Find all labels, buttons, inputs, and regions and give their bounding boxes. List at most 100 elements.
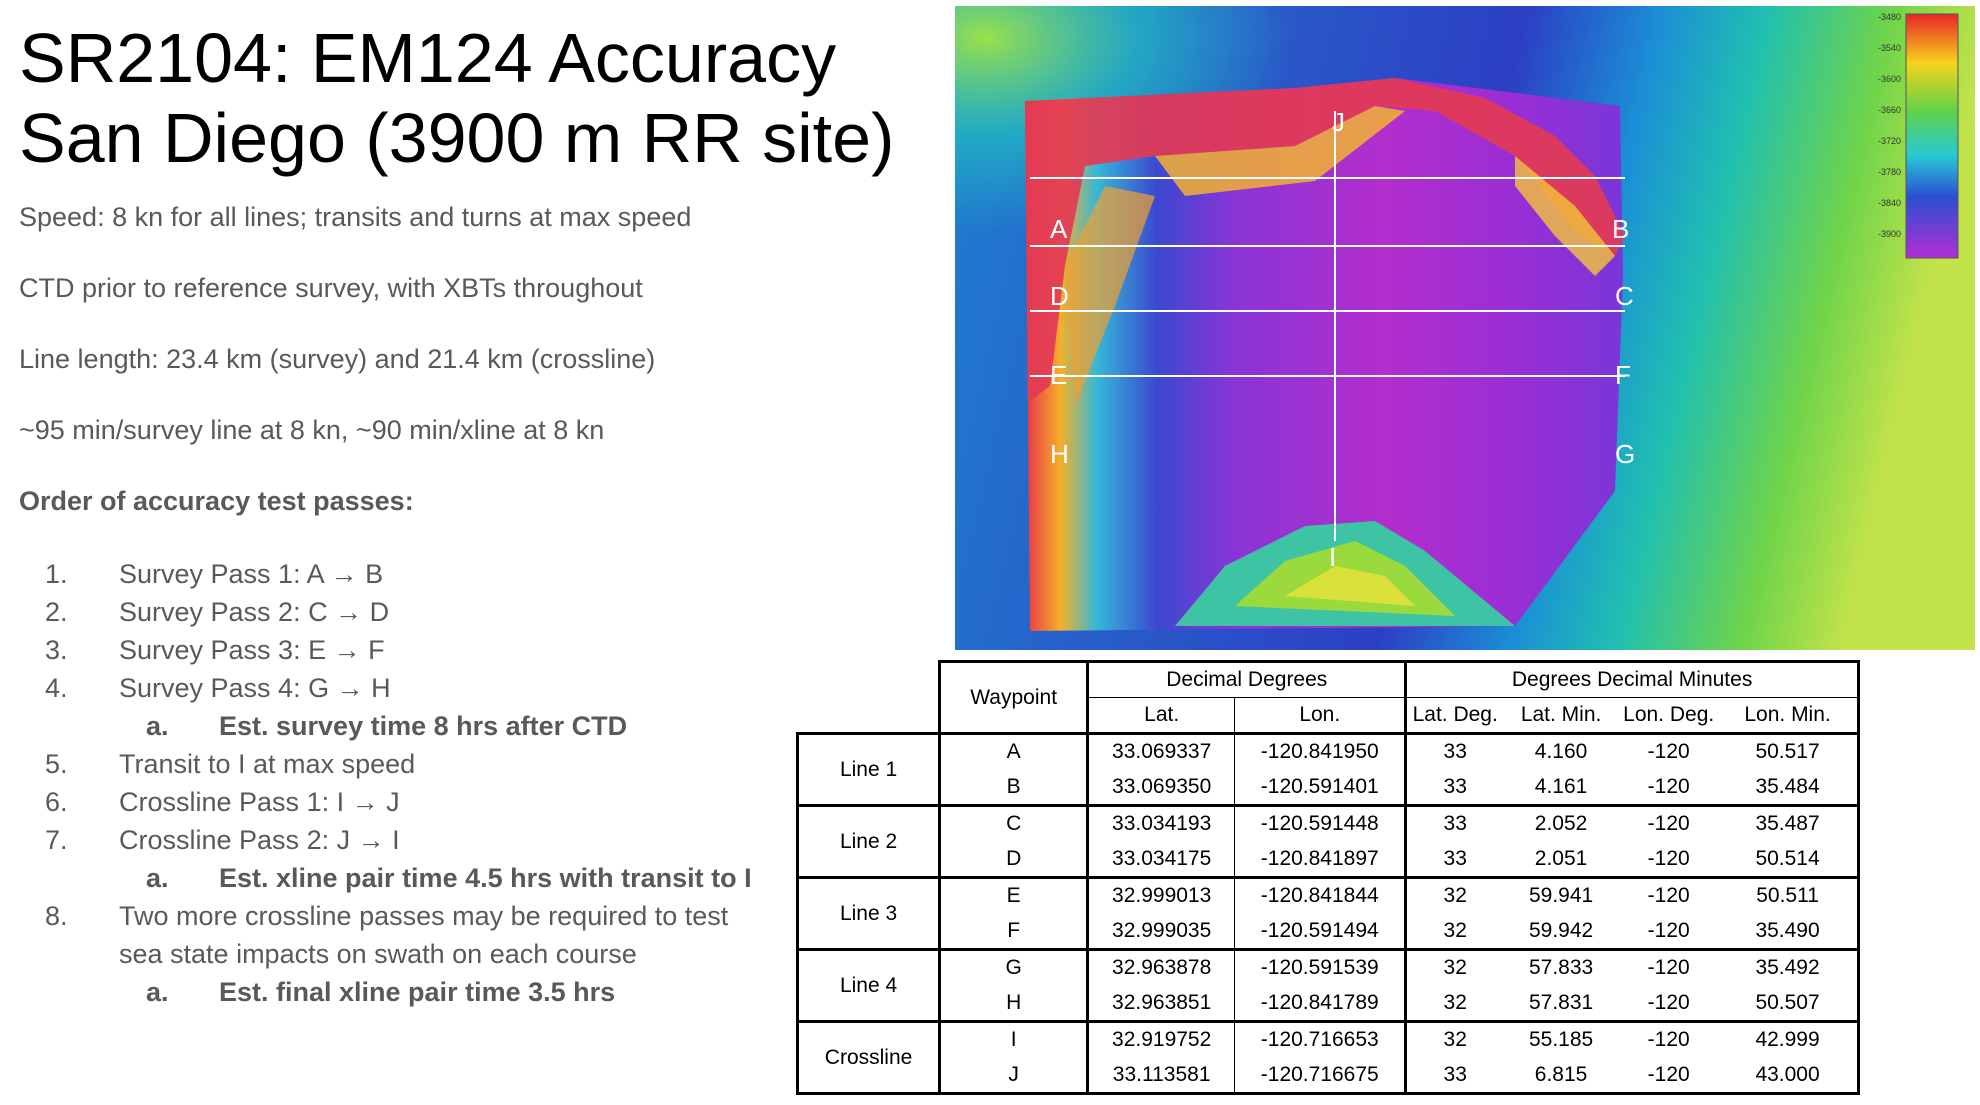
line-name-cell: Line 3 — [795, 876, 942, 951]
lon-deg-cell: -120 — [1647, 740, 1690, 764]
lat-cell: 33.034175 — [1087, 841, 1236, 879]
lon-cell: -120.716653 — [1234, 1021, 1408, 1058]
colorbar-tick: -3840 — [1878, 198, 1901, 208]
list-item: 5. Transit to I at max speed — [45, 749, 416, 779]
lon-cell: -120.591401 — [1234, 769, 1408, 807]
lat-min-cell: 55.185 — [1528, 1028, 1594, 1052]
line-name-cell: Line 2 — [795, 804, 942, 879]
lat-cell: 33.069350 — [1087, 769, 1236, 807]
table-row: Line 1 A 33.069337 -120.841950 33 4.160 -120 50… — [795, 732, 1979, 807]
lon-min-cell: 43.000 — [1718, 1057, 1860, 1095]
list-subitem: a. Est. final xline pair time 3.5 hrs — [146, 977, 616, 1007]
lon-min-cell: 50.514 — [1718, 841, 1860, 879]
lon-deg-cell: -120 — [1647, 1028, 1690, 1052]
list-item: 2. Survey Pass 2: C → D — [45, 597, 390, 627]
lat-deg-cell: 32 — [1405, 985, 1504, 1023]
waypoint-cell: D — [938, 841, 1090, 879]
speed-note: Speed: 8 kn for all lines; transits and … — [19, 202, 692, 232]
lat-min-cell: 57.833 — [1528, 956, 1594, 980]
lon-deg-header: Lon. Deg. — [1619, 697, 1719, 735]
lat-min-cell: 57.831 — [1503, 985, 1620, 1023]
list-item: 1. Survey Pass 1: A → B — [45, 559, 384, 589]
lon-cell: -120.716675 — [1234, 1057, 1408, 1095]
lat-cell: 32.999035 — [1087, 913, 1236, 951]
lat-min-cell: 59.942 — [1503, 913, 1620, 951]
waypoint-cell: J — [938, 1057, 1090, 1095]
lon-deg-cell: -120 — [1619, 985, 1719, 1023]
lat-min-cell: 6.815 — [1503, 1057, 1620, 1095]
lon-cell: -120.841950 — [1234, 733, 1408, 770]
table-row: Line 4 G 32.963878 -120.591539 32 57.833 -120 3… — [795, 948, 1979, 1023]
depth-colorbar — [1905, 13, 1959, 259]
colorbar-tick: -3600 — [1878, 74, 1901, 84]
waypoint-label-f: F — [1615, 360, 1631, 390]
line-name-cell: Line 1 — [795, 732, 942, 807]
lat-deg-cell: 32 — [1443, 1028, 1467, 1052]
order-heading: Order of accuracy test passes: — [19, 486, 414, 516]
lon-deg-cell: -120 — [1647, 884, 1690, 908]
lat-min-cell: 2.052 — [1534, 812, 1588, 836]
waypoint-cell: G — [938, 949, 1090, 986]
waypoint-cell: F — [938, 913, 1090, 951]
table-row: D 33.034175 -120.841897 33 2.051 -120 50.514 — [798, 841, 1979, 879]
waypoint-cell: H — [938, 985, 1090, 1023]
lon-cell: -120.841897 — [1234, 841, 1408, 879]
line-time-note: ~95 min/survey line at 8 kn, ~90 min/xli… — [19, 415, 605, 445]
line-name-cell: Line 4 — [795, 948, 942, 1023]
waypoint-label-i: I — [1329, 542, 1336, 572]
lon-deg-cell: -120 — [1647, 956, 1690, 980]
waypoint-label-a: A — [1050, 214, 1068, 244]
lon-min-cell: 35.487 — [1718, 805, 1860, 842]
title-line-2: San Diego (3900 m RR site) — [19, 99, 895, 177]
lat-deg-cell: 32 — [1443, 956, 1467, 980]
title-line-1: SR2104: EM124 Accuracy — [19, 19, 837, 97]
lon-min-cell: 35.492 — [1718, 949, 1860, 986]
colorbar-tick: -3900 — [1878, 229, 1901, 239]
list-subitem: a. Est. survey time 8 hrs after CTD — [146, 711, 628, 741]
colorbar-tick: -3720 — [1878, 136, 1901, 146]
lat-cell: 32.919752 — [1087, 1021, 1236, 1058]
lon-cell: -120.591448 — [1234, 805, 1408, 842]
lat-deg-cell: 33 — [1405, 841, 1504, 879]
lat-cell: 33.034193 — [1087, 805, 1236, 842]
lat-deg-cell: 33 — [1443, 812, 1467, 836]
lat-deg-cell: 33 — [1443, 740, 1467, 764]
lat-cell: 32.963878 — [1087, 949, 1236, 986]
lon-deg-cell: -120 — [1619, 913, 1719, 951]
colorbar-tick: -3480 — [1878, 12, 1901, 22]
lon-deg-cell: -120 — [1619, 1057, 1719, 1095]
pass-order-list: 1. Survey Pass 1: A → B 2. Survey Pass 2: … — [19, 555, 779, 1011]
decimal-degrees-header: Decimal Degrees — [1086, 660, 1408, 698]
lat-min-cell: 4.161 — [1503, 769, 1620, 807]
lat-cell: 33.113581 — [1087, 1057, 1236, 1095]
lon-deg-cell: -120 — [1619, 841, 1719, 879]
lat-min-cell: 59.941 — [1528, 884, 1594, 908]
lat-deg-cell: 33 — [1405, 1057, 1504, 1095]
waypoint-label-c: C — [1615, 281, 1634, 311]
lon-min-cell: 50.517 — [1718, 733, 1860, 770]
waypoint-label-e: E — [1050, 360, 1067, 390]
colorbar-tick: -3540 — [1878, 43, 1901, 53]
line-length-note: Line length: 23.4 km (survey) and 21.4 k… — [19, 344, 656, 374]
table-row: J 33.113581 -120.716675 33 6.815 -120 43.000 — [798, 1057, 1979, 1095]
waypoint-header: Waypoint — [938, 660, 1090, 735]
colorbar-tick: -3780 — [1878, 167, 1901, 177]
lon-cell: -120.841844 — [1234, 877, 1408, 914]
lat-deg-cell: 32 — [1443, 884, 1467, 908]
list-item: 4. Survey Pass 4: G → H — [45, 673, 391, 703]
bathymetry-map: A B C D E F G H I J -3480 -3540 -3600 -3… — [955, 6, 1975, 650]
waypoint-label-d: D — [1050, 281, 1069, 311]
lon-deg-cell: -120 — [1619, 769, 1719, 807]
table-row: F 32.999035 -120.591494 32 59.942 -120 35.490 — [798, 913, 1979, 951]
ddm-header: Degrees Decimal Minutes — [1404, 660, 1860, 698]
waypoint-cell: C — [938, 805, 1090, 842]
slide-title: SR2104: EM124 Accuracy San Diego (3900 m… — [19, 18, 894, 178]
lon-min-cell: 42.999 — [1718, 1021, 1860, 1058]
lat-cell: 32.963851 — [1087, 985, 1236, 1023]
lon-min-cell: 50.511 — [1718, 877, 1860, 914]
lon-min-header: Lon. Min. — [1718, 697, 1860, 735]
lat-deg-header: Lat. Deg. — [1405, 697, 1504, 735]
lat-cell: 32.999013 — [1087, 877, 1236, 914]
table-row: Line 3 E 32.999013 -120.841844 32 59.941 -120 5… — [795, 876, 1979, 951]
ctd-note: CTD prior to reference survey, with XBTs… — [19, 273, 643, 303]
